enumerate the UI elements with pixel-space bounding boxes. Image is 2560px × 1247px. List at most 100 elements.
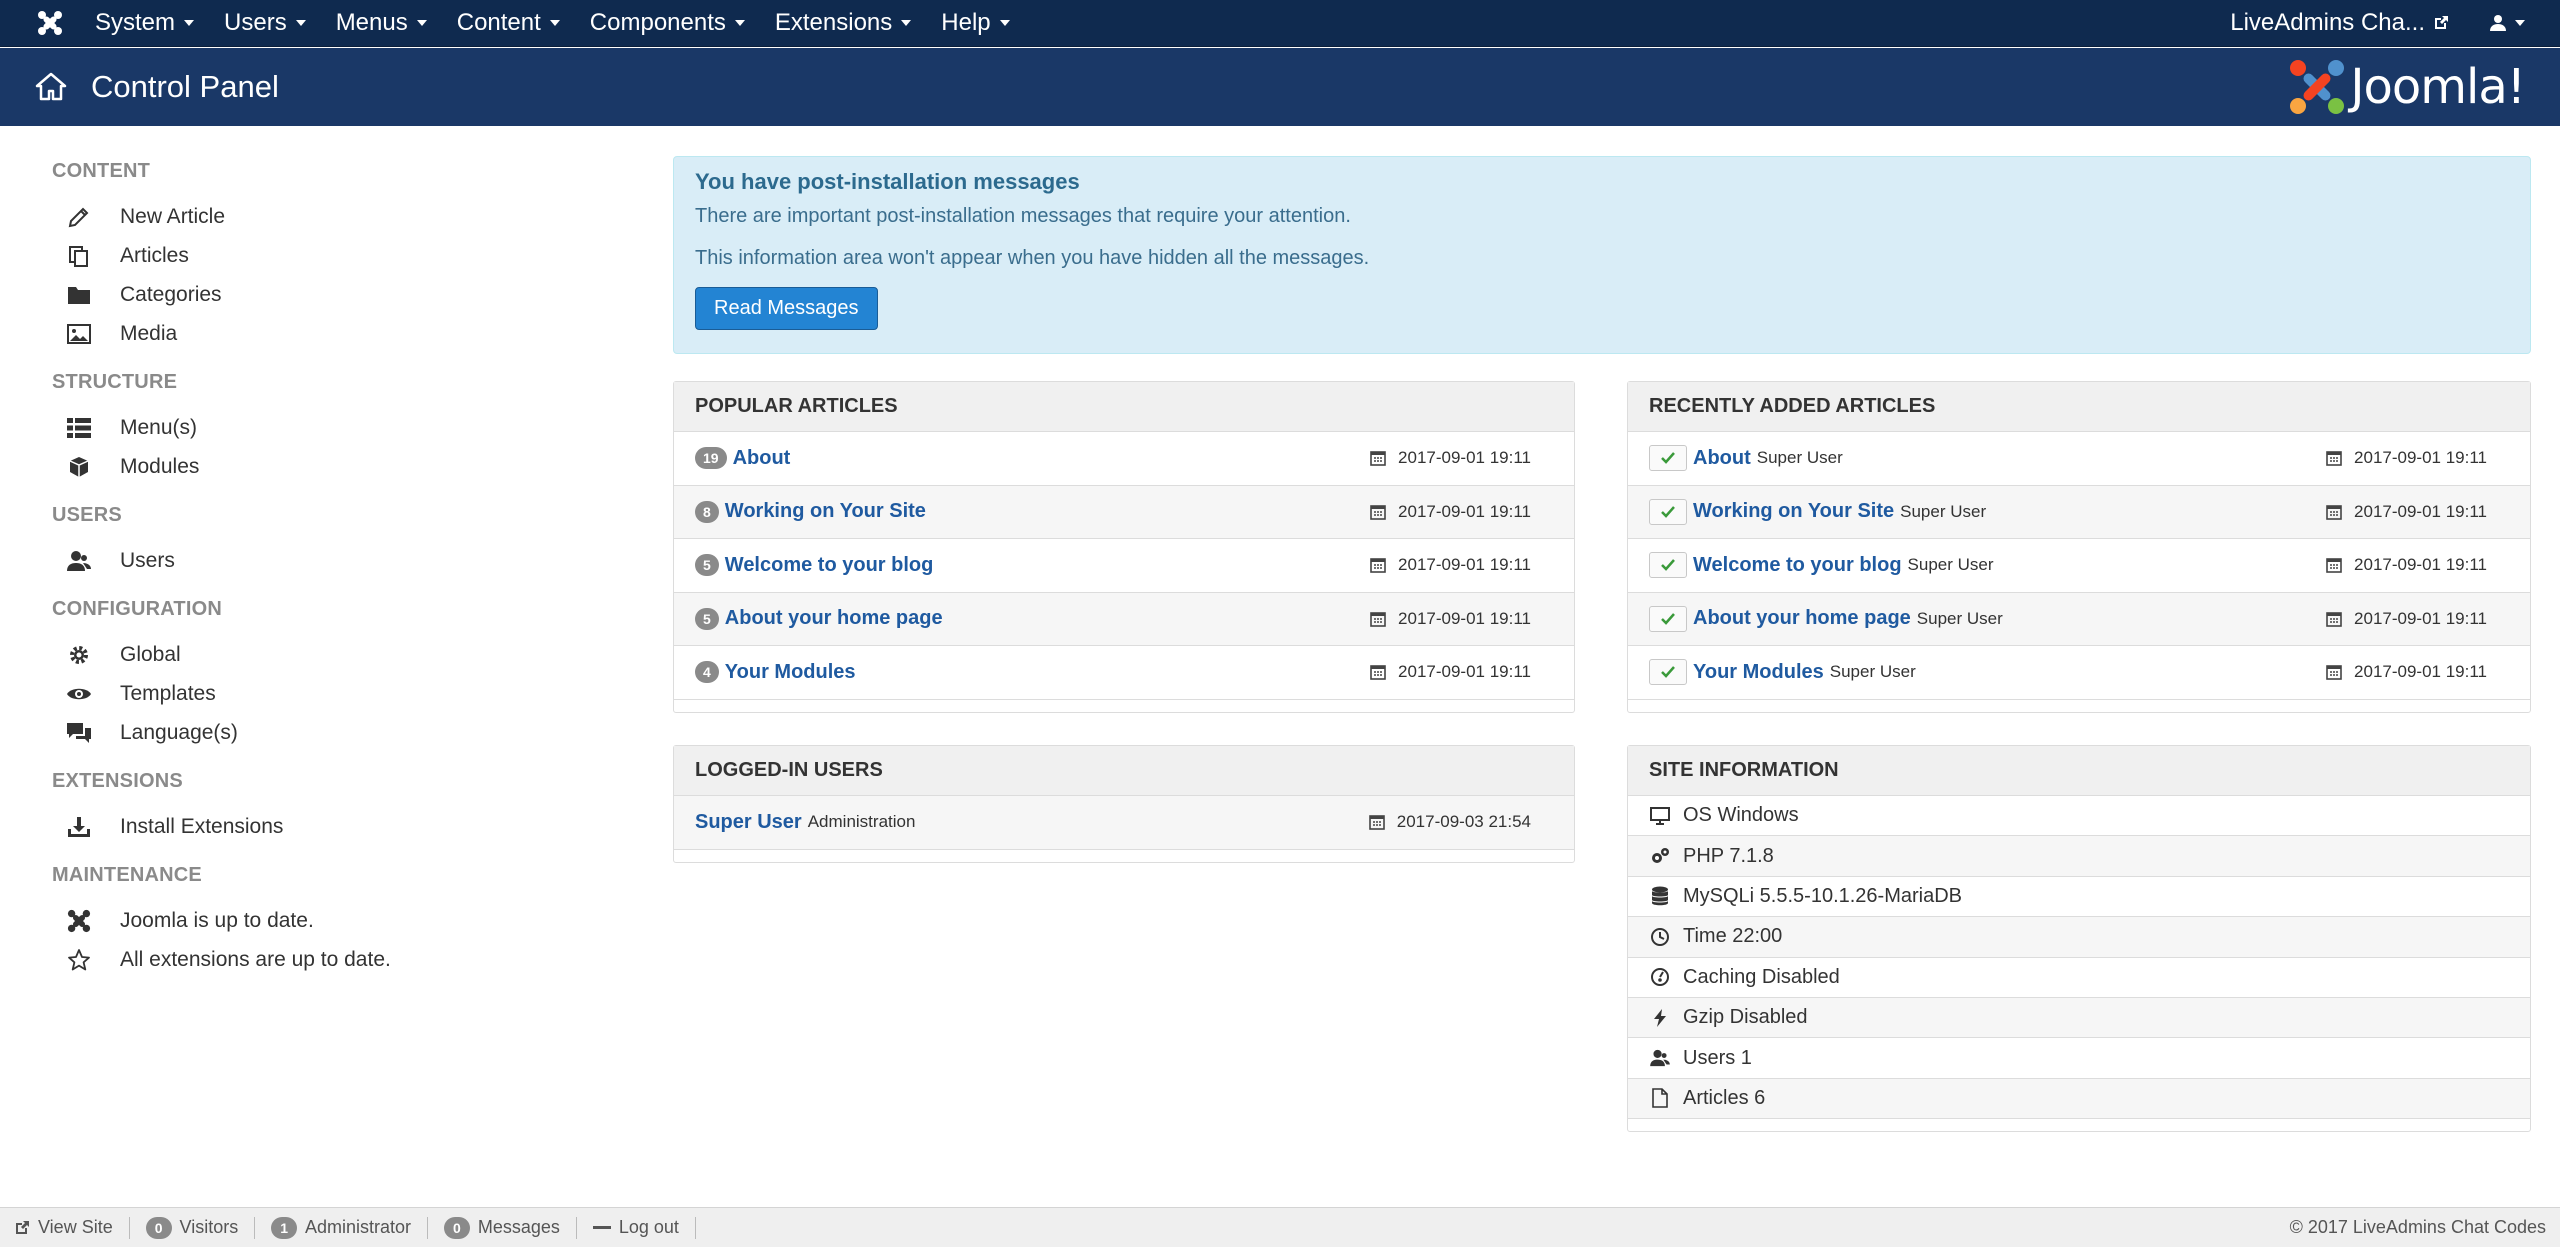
caret-down-icon	[549, 20, 560, 26]
published-check-icon[interactable]	[1649, 552, 1687, 579]
table-row: 4 Your Modules 2017-09-01 19:11	[674, 646, 1574, 700]
menu-components[interactable]: Components	[575, 0, 760, 47]
list-item: Caching Disabled	[1628, 958, 2530, 998]
minus-icon	[592, 1225, 611, 1229]
article-link[interactable]: About	[1693, 447, 1751, 470]
lightning-icon	[1649, 1007, 1671, 1029]
caret-down-icon	[184, 20, 195, 26]
article-link[interactable]: Working on Your Site	[725, 500, 926, 523]
menu-extensions[interactable]: Extensions	[760, 0, 926, 47]
published-check-icon[interactable]	[1649, 659, 1687, 686]
article-author: Super User	[1900, 501, 1987, 521]
page-header: Control Panel Joomla!	[0, 48, 2560, 126]
article-link[interactable]: Your Modules	[725, 661, 856, 684]
alert-text: There are important post-installation me…	[695, 205, 1351, 227]
calendar-icon	[2326, 558, 2342, 574]
article-link[interactable]: About your home page	[725, 607, 943, 630]
sidebar-item-new-article[interactable]: New Article	[52, 197, 612, 236]
copy-icon	[66, 243, 92, 269]
menu-menus[interactable]: Menus	[321, 0, 442, 47]
sidebar-section-users: USERS Users	[52, 504, 612, 580]
sidebar-item-joomla-update[interactable]: Joomla is up to date.	[52, 901, 612, 940]
sidebar-heading: STRUCTURE	[52, 371, 178, 393]
dashboard-icon	[1649, 966, 1671, 988]
sidebar-item-modules[interactable]: Modules	[52, 447, 612, 486]
caret-down-icon	[901, 20, 912, 26]
menu-users[interactable]: Users	[209, 0, 321, 47]
menu-system[interactable]: System	[80, 0, 209, 47]
sidebar-item-install-extensions[interactable]: Install Extensions	[52, 807, 612, 846]
sidebar-section-maintenance: MAINTENANCE Joomla is up to date. All ex…	[52, 864, 612, 979]
article-date: 2017-09-01 19:11	[1398, 501, 1531, 521]
administrators-link[interactable]: 1 Administrator	[255, 1216, 429, 1239]
user-menu[interactable]	[2469, 14, 2560, 32]
hits-badge: 8	[695, 500, 719, 523]
published-check-icon[interactable]	[1649, 498, 1687, 525]
published-check-icon[interactable]	[1649, 605, 1687, 632]
view-site-link[interactable]: View Site	[0, 1216, 130, 1239]
menu-content[interactable]: Content	[442, 0, 575, 47]
article-link[interactable]: About your home page	[1693, 607, 1911, 630]
published-check-icon[interactable]	[1649, 445, 1687, 472]
recent-articles-panel: RECENTLY ADDED ARTICLES About Super User…	[1627, 381, 2531, 713]
sidebar-item-categories[interactable]: Categories	[52, 275, 612, 314]
external-link-icon	[2435, 16, 2448, 29]
gear-icon	[66, 642, 92, 668]
calendar-icon	[1370, 611, 1386, 627]
sidebar-item-languages[interactable]: Language(s)	[52, 713, 612, 752]
caret-down-icon	[734, 20, 745, 26]
site-link[interactable]: LiveAdmins Cha...	[2210, 9, 2469, 37]
sidebar-item-global[interactable]: Global	[52, 635, 612, 674]
joomla-logo-icon[interactable]	[20, 0, 80, 47]
caret-down-icon	[295, 20, 306, 26]
sidebar-item-extensions-update[interactable]: All extensions are up to date.	[52, 940, 612, 979]
post-install-alert: You have post-installation messages Ther…	[673, 156, 2531, 354]
copyright-text: © 2017 LiveAdmins Chat Codes	[2289, 1217, 2546, 1237]
article-date: 2017-09-01 19:11	[2354, 501, 2487, 521]
table-row: About your home page Super User 2017-09-…	[1628, 592, 2530, 646]
table-row: 5 Welcome to your blog 2017-09-01 19:11	[674, 539, 1574, 593]
article-link[interactable]: Your Modules	[1693, 661, 1824, 684]
article-link[interactable]: Working on Your Site	[1693, 500, 1894, 523]
menu-help[interactable]: Help	[926, 0, 1024, 47]
folder-icon	[66, 282, 92, 308]
list-item: Articles 6	[1628, 1078, 2530, 1120]
caret-down-icon	[2515, 20, 2525, 26]
sidebar-item-media[interactable]: Media	[52, 314, 612, 353]
top-navbar: System Users Menus Content Components Ex…	[0, 0, 2560, 47]
messages-link[interactable]: 0 Messages	[428, 1216, 577, 1239]
calendar-icon	[2326, 611, 2342, 627]
download-icon	[66, 814, 92, 840]
panel-heading: POPULAR ARTICLES	[674, 382, 1574, 432]
article-link[interactable]: Welcome to your blog	[725, 554, 934, 577]
sidebar-item-articles[interactable]: Articles	[52, 236, 612, 275]
user-link[interactable]: Super User	[695, 811, 802, 834]
sidebar-item-users[interactable]: Users	[52, 541, 612, 580]
pencil-icon	[66, 204, 92, 230]
sidebar-heading: MAINTENANCE	[52, 864, 202, 886]
logout-link[interactable]: Log out	[577, 1216, 696, 1239]
article-date: 2017-09-01 19:11	[2354, 448, 2487, 468]
article-link[interactable]: Welcome to your blog	[1693, 554, 1902, 577]
database-icon	[1649, 885, 1671, 907]
sidebar-heading: EXTENSIONS	[52, 770, 183, 792]
read-messages-button[interactable]: Read Messages	[695, 287, 878, 330]
list-item: OS Windows	[1628, 796, 2530, 837]
topbar-right: LiveAdmins Cha...	[2210, 0, 2560, 47]
caret-down-icon	[416, 20, 427, 26]
home-icon	[35, 70, 69, 104]
hits-badge: 5	[695, 554, 719, 577]
star-icon	[66, 947, 92, 973]
article-date: 2017-09-01 19:11	[2354, 555, 2487, 575]
table-row: 8 Working on Your Site 2017-09-01 19:11	[674, 485, 1574, 539]
sidebar-section-extensions: EXTENSIONS Install Extensions	[52, 770, 612, 846]
sidebar-item-templates[interactable]: Templates	[52, 674, 612, 713]
alert-text: This information area won't appear when …	[695, 247, 1370, 269]
article-link[interactable]: About	[733, 447, 791, 470]
main-menu: System Users Menus Content Components Ex…	[80, 0, 1025, 47]
visitors-link[interactable]: 0 Visitors	[130, 1216, 256, 1239]
user-icon	[2490, 15, 2506, 31]
sidebar-item-menus[interactable]: Menu(s)	[52, 408, 612, 447]
hits-badge: 19	[695, 447, 727, 470]
panel-heading: RECENTLY ADDED ARTICLES	[1628, 382, 2530, 432]
